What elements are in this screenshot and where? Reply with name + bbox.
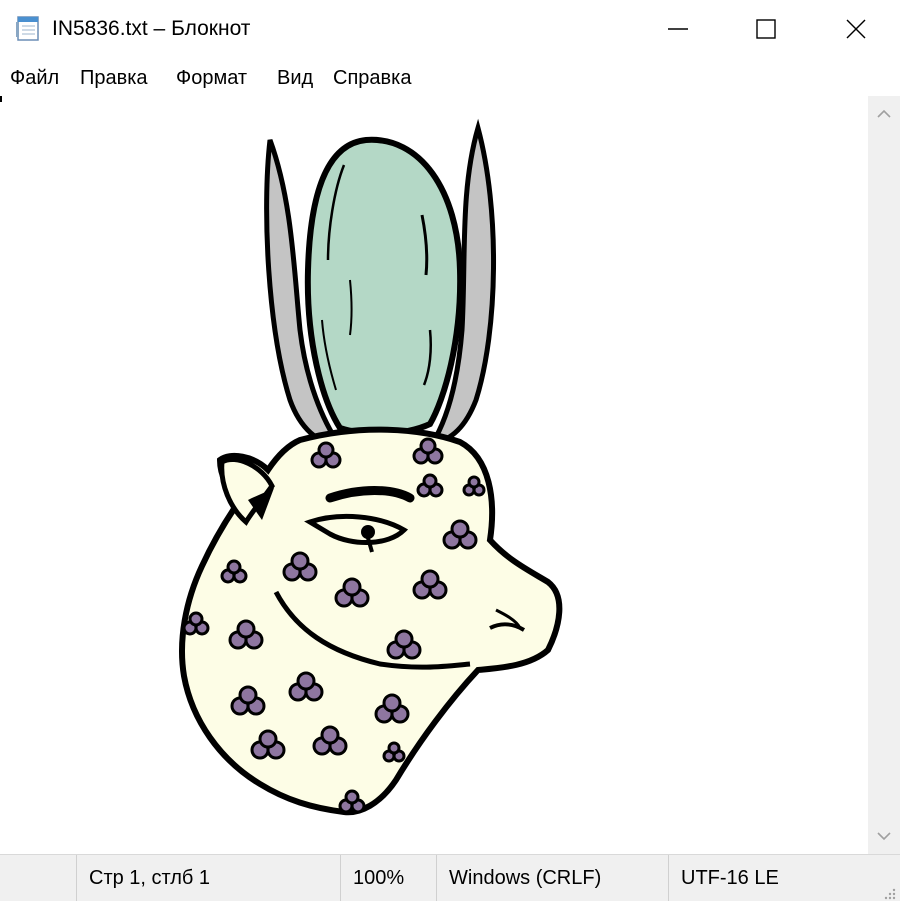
close-icon xyxy=(846,19,866,39)
line-ending: Windows (CRLF) xyxy=(436,855,668,901)
resize-grip-icon[interactable] xyxy=(882,883,896,900)
maximize-icon xyxy=(756,19,776,39)
minimize-button[interactable] xyxy=(632,0,724,58)
window-title: IN5836.txt – Блокнот xyxy=(52,17,251,40)
chevron-down-icon xyxy=(877,832,891,841)
close-button[interactable] xyxy=(810,0,900,58)
text-editor-area[interactable] xyxy=(0,96,868,854)
menu-bar: Файл Правка Формат Вид Справка xyxy=(0,58,900,97)
cursor-position: Стр 1, стлб 1 xyxy=(76,855,340,901)
title-bar[interactable]: IN5836.txt – Блокнот xyxy=(0,0,900,58)
menu-edit[interactable]: Правка xyxy=(78,66,150,90)
encoding: UTF-16 LE xyxy=(668,855,868,901)
scroll-down-button[interactable] xyxy=(868,820,900,854)
zoom-level: 100% xyxy=(340,855,436,901)
minimize-icon xyxy=(668,28,688,30)
menu-file[interactable]: Файл xyxy=(8,66,61,90)
sun-disk xyxy=(304,136,464,437)
scroll-up-button[interactable] xyxy=(868,96,900,130)
vertical-scrollbar[interactable] xyxy=(868,96,900,854)
menu-help[interactable]: Справка xyxy=(331,66,413,90)
status-bar: Стр 1, стлб 1 100% Windows (CRLF) UTF-16… xyxy=(0,854,900,901)
notepad-icon xyxy=(14,14,44,42)
chevron-up-icon xyxy=(877,109,891,118)
cow-head-illustration xyxy=(179,118,563,816)
maximize-button[interactable] xyxy=(720,0,812,58)
menu-view[interactable]: Вид xyxy=(275,66,315,90)
menu-format[interactable]: Формат xyxy=(174,66,249,90)
